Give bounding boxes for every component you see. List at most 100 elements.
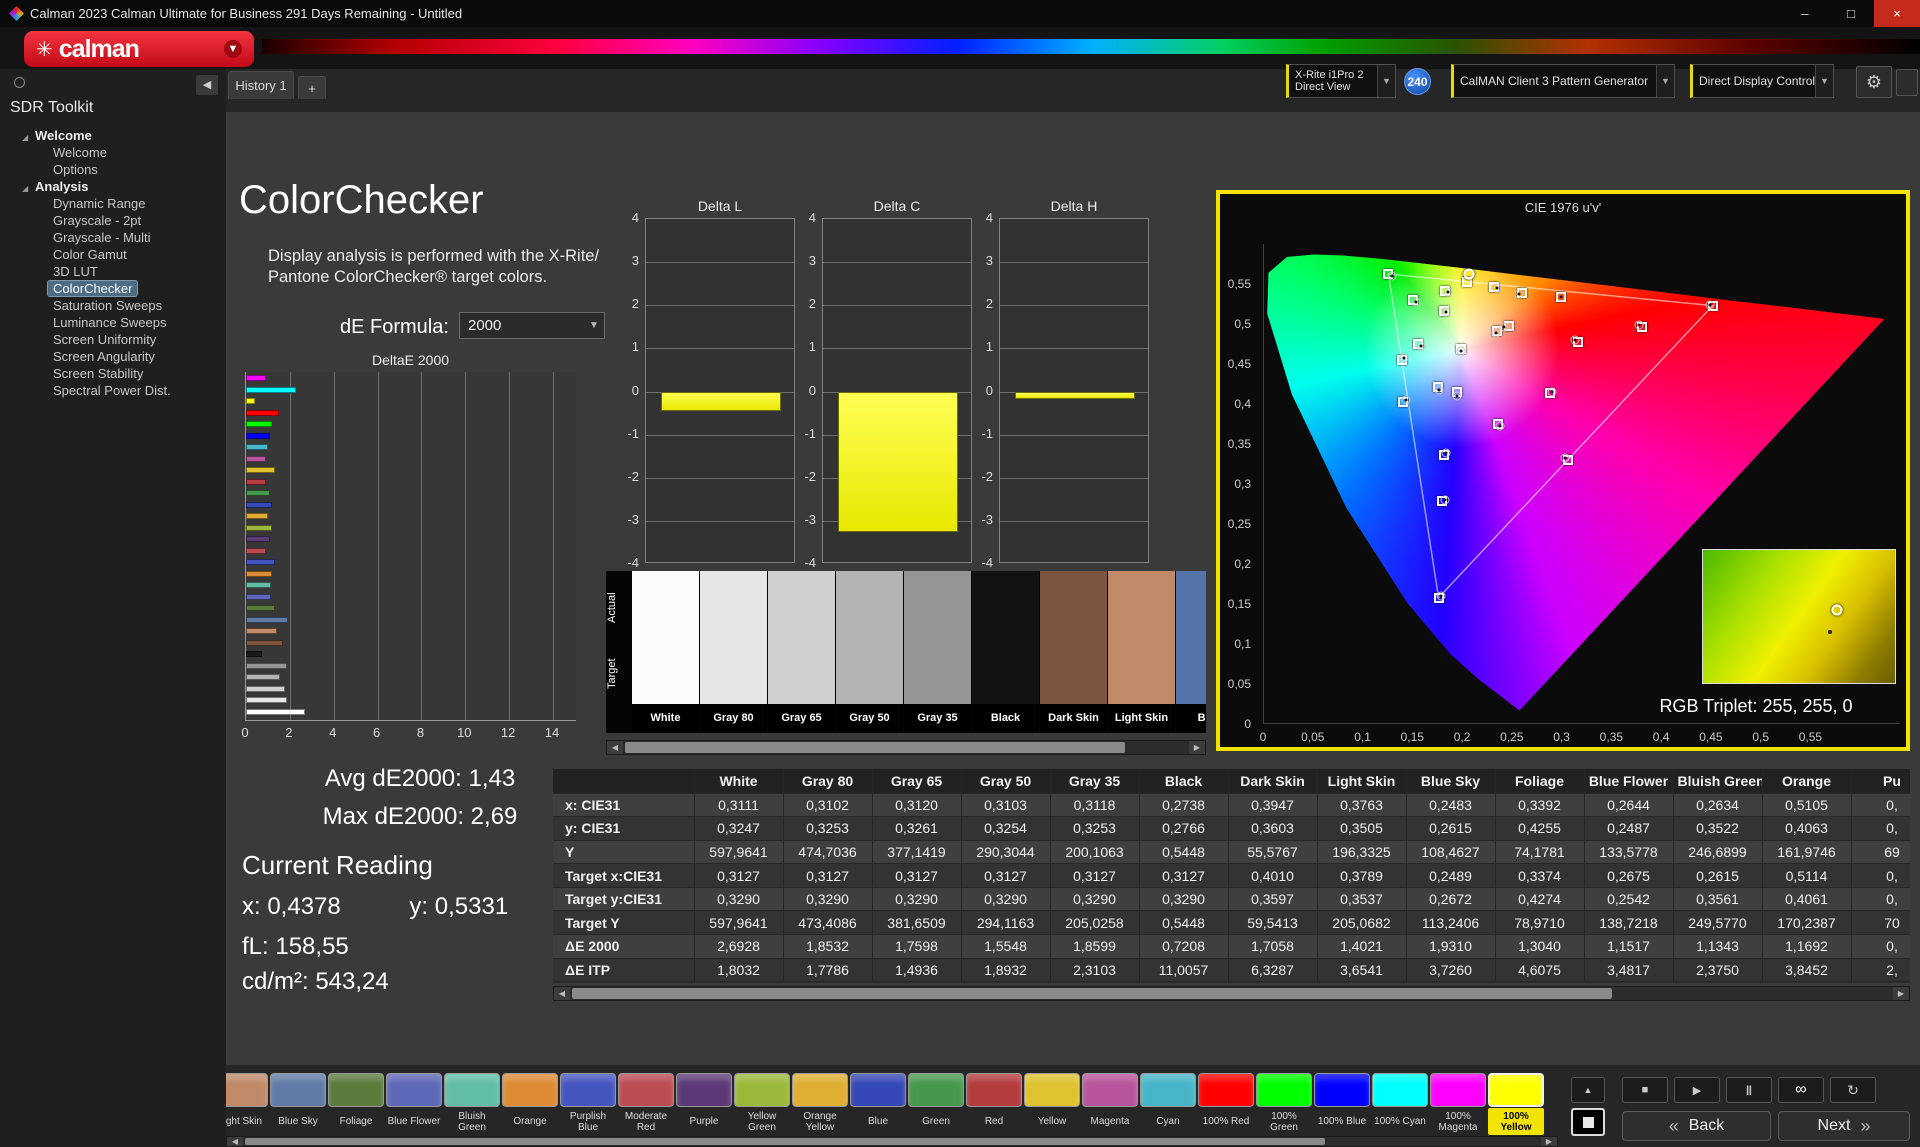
axis-tick-label: 4	[615, 210, 639, 225]
patch-100-red[interactable]: 100% Red	[1198, 1073, 1254, 1135]
sidebar-item-color-gamut[interactable]: Color Gamut	[0, 246, 226, 263]
swatch-color	[768, 571, 835, 704]
sidebar-item-luminance-sweeps[interactable]: Luminance Sweeps	[0, 314, 226, 331]
gridline	[465, 372, 466, 720]
settings-button[interactable]: ⚙	[1856, 66, 1892, 98]
continuous-read-button[interactable]: ∞	[1778, 1077, 1824, 1103]
pause-button[interactable]: ‖	[1726, 1077, 1772, 1103]
minimize-button[interactable]: –	[1782, 0, 1828, 27]
meter-dropdown[interactable]: X-Rite i1Pro 2Direct View ▼	[1286, 64, 1396, 98]
scroll-track[interactable]	[623, 741, 1189, 754]
loop-button[interactable]: ↻	[1830, 1077, 1876, 1103]
patch-bluish-green[interactable]: Bluish Green	[444, 1073, 500, 1135]
calman-logo-menu[interactable]: ✳ calman ▼	[24, 31, 254, 67]
pattern-window-button[interactable]	[1571, 1108, 1605, 1136]
sidebar-item-screen-stability[interactable]: Screen Stability	[0, 365, 226, 382]
patch-100-magenta[interactable]: 100% Magenta	[1430, 1073, 1486, 1135]
patch-foliage[interactable]: Foliage	[328, 1073, 384, 1135]
patch-yellow-green[interactable]: Yellow Green	[734, 1073, 790, 1135]
patch-100-blue[interactable]: 100% Blue	[1314, 1073, 1370, 1135]
patch-light-skin[interactable]: Light Skin	[226, 1073, 268, 1135]
scroll-right-button[interactable]: ▶	[1541, 1137, 1557, 1146]
sidebar-collapse-button[interactable]: ◀	[196, 75, 218, 95]
loop-icon: ↻	[1847, 1082, 1859, 1099]
patch-green[interactable]: Green	[908, 1073, 964, 1135]
column-header	[553, 769, 694, 793]
patch-100-green[interactable]: 100% Green	[1256, 1073, 1312, 1135]
scroll-thumb[interactable]	[245, 1138, 1325, 1145]
tab-history-1[interactable]: History 1	[228, 71, 294, 99]
table-scrollbar[interactable]: ◀▶	[553, 986, 1910, 1001]
patch-red[interactable]: Red	[966, 1073, 1022, 1135]
chart-delta-c	[822, 218, 972, 563]
sidebar-item-colorchecker[interactable]: ColorChecker	[0, 280, 226, 297]
patch-scrollbar[interactable]: ◀▶	[226, 1136, 1558, 1147]
scroll-thumb[interactable]	[572, 988, 1612, 999]
brand-name: calman	[59, 35, 139, 64]
axis-tick-label: -1	[969, 426, 993, 441]
maximize-button[interactable]: □	[1828, 0, 1874, 27]
deltae-bar-magenta	[246, 456, 266, 462]
patch-blue-flower[interactable]: Blue Flower	[386, 1073, 442, 1135]
back-button[interactable]: « Back	[1622, 1111, 1771, 1141]
patch-100-cyan[interactable]: 100% Cyan	[1372, 1073, 1428, 1135]
patch-color	[270, 1073, 326, 1107]
scroll-thumb[interactable]	[625, 742, 1125, 753]
display-control-dropdown[interactable]: Direct Display Control ▼	[1690, 64, 1834, 98]
scroll-left-button[interactable]: ◀	[554, 987, 570, 1000]
cie-measured-marker	[1560, 454, 1569, 463]
sidebar-item-welcome[interactable]: Welcome	[0, 144, 226, 161]
sidebar-item-grayscale-multi[interactable]: Grayscale - Multi	[0, 229, 226, 246]
patch-purple[interactable]: Purple	[676, 1073, 732, 1135]
swatch-scrollbar[interactable]: ◀▶	[606, 740, 1206, 755]
row-label: Target Y	[553, 911, 694, 935]
sidebar-item-saturation-sweeps[interactable]: Saturation Sweeps	[0, 297, 226, 314]
gridline	[646, 478, 794, 479]
meter-dropdown-label: X-Rite i1Pro 2Direct View	[1289, 67, 1377, 95]
stop-button[interactable]: ■	[1622, 1077, 1668, 1103]
patch-blue-sky[interactable]: Blue Sky	[270, 1073, 326, 1135]
sidebar-item-grayscale-2pt[interactable]: Grayscale - 2pt	[0, 212, 226, 229]
scroll-left-button[interactable]: ◀	[607, 741, 623, 754]
next-button[interactable]: Next »	[1778, 1111, 1910, 1141]
play-button[interactable]: ▶	[1674, 1077, 1720, 1103]
patch-yellow[interactable]: Yellow	[1024, 1073, 1080, 1135]
swatch-label: Gray 35	[904, 704, 971, 732]
scroll-track[interactable]	[243, 1137, 1541, 1146]
sidebar-section-welcome[interactable]: ◢Welcome	[0, 127, 226, 144]
sidebar-item-screen-uniformity[interactable]: Screen Uniformity	[0, 331, 226, 348]
back-label: Back	[1689, 1117, 1725, 1135]
pattern-generator-dropdown[interactable]: CalMAN Client 3 Pattern Generator ▼	[1451, 64, 1675, 98]
patch-color	[1314, 1073, 1370, 1107]
sidebar-item-spectral-power-dist[interactable]: Spectral Power Dist.	[0, 382, 226, 399]
eject-button[interactable]: ▲	[1571, 1077, 1605, 1103]
sidebar-section-analysis[interactable]: ◢Analysis	[0, 178, 226, 195]
patch-moderate-red[interactable]: Moderate Red	[618, 1073, 674, 1135]
scroll-track[interactable]	[570, 987, 1893, 1000]
patch-cyan[interactable]: Cyan	[1140, 1073, 1196, 1135]
patch-orange-yellow[interactable]: Orange Yellow	[792, 1073, 848, 1135]
patch-label: Bluish Green	[444, 1108, 500, 1135]
chevron-down-icon: ▼	[224, 40, 242, 58]
panel-toggle-button[interactable]	[1896, 69, 1918, 96]
de-formula-select[interactable]: 2000 ▼	[459, 312, 605, 339]
scroll-left-button[interactable]: ◀	[227, 1137, 243, 1146]
sidebar-item-dynamic-range[interactable]: Dynamic Range	[0, 195, 226, 212]
patch-magenta[interactable]: Magenta	[1082, 1073, 1138, 1135]
cie-measured-marker	[1440, 495, 1449, 504]
sidebar-item-3d-lut[interactable]: 3D LUT	[0, 263, 226, 280]
axis-tick-label: 1	[792, 339, 816, 354]
scroll-right-button[interactable]: ▶	[1189, 741, 1205, 754]
patch-orange[interactable]: Orange	[502, 1073, 558, 1135]
delta-bar	[838, 392, 958, 532]
scroll-right-button[interactable]: ▶	[1893, 987, 1909, 1000]
patch-blue[interactable]: Blue	[850, 1073, 906, 1135]
sidebar-item-options[interactable]: Options	[0, 161, 226, 178]
sidebar-item-screen-angularity[interactable]: Screen Angularity	[0, 348, 226, 365]
add-tab-button[interactable]: +	[298, 76, 326, 99]
patch-100-yellow[interactable]: 100% Yellow	[1488, 1073, 1544, 1135]
cell-value: 0,	[1851, 793, 1910, 817]
cell-value: 0,2634	[1673, 793, 1762, 817]
close-button[interactable]: ×	[1874, 0, 1920, 27]
patch-purplish-blue[interactable]: Purplish Blue	[560, 1073, 616, 1135]
